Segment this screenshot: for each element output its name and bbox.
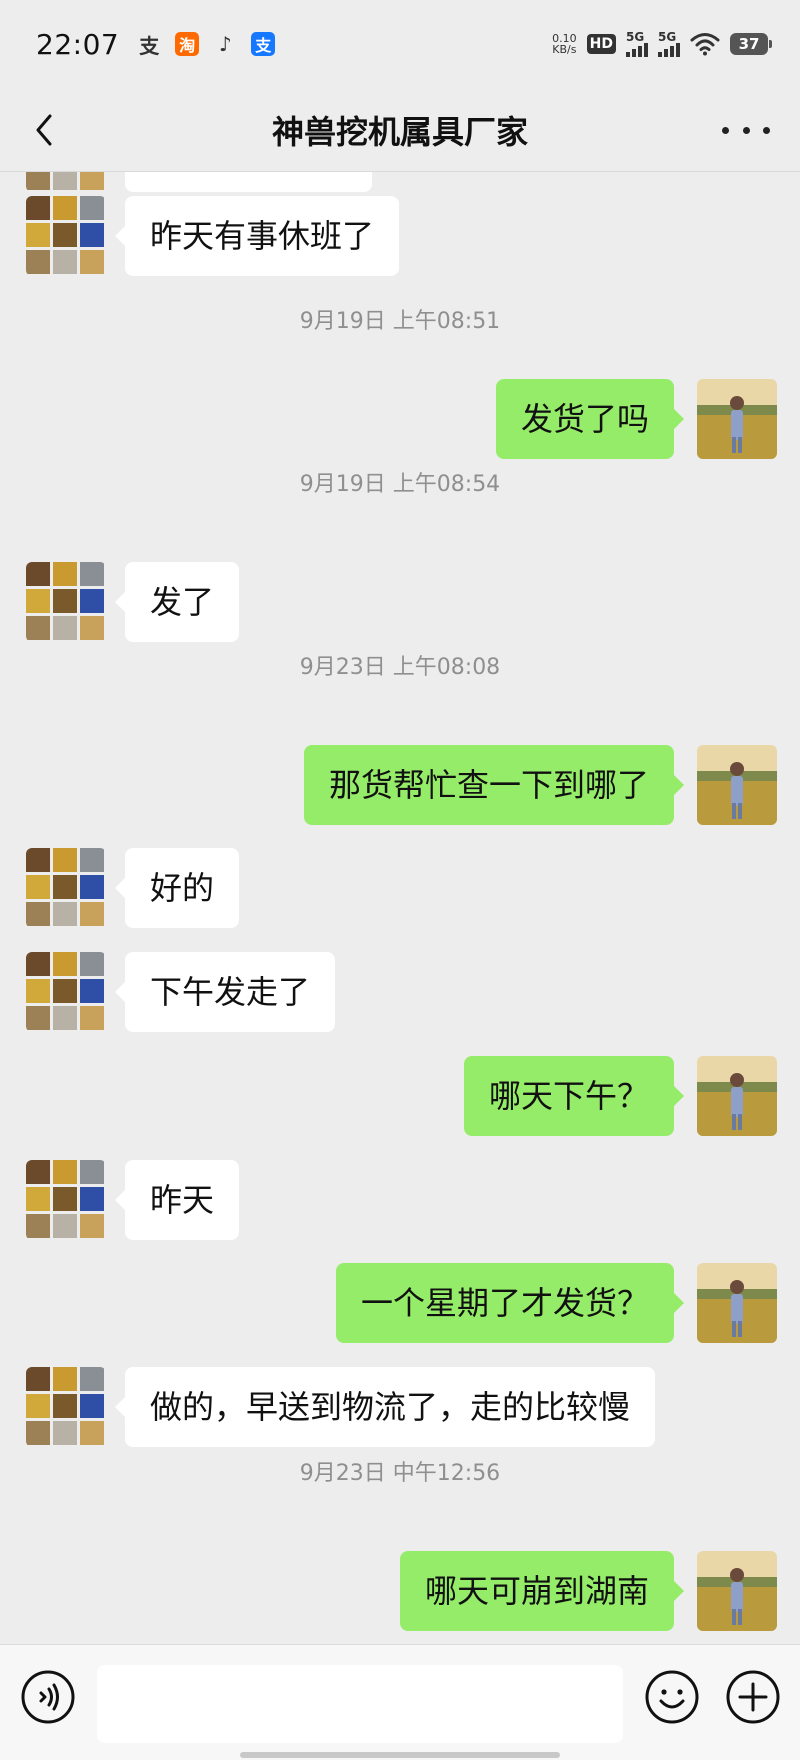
hd-icon: HD: [586, 34, 616, 54]
wifi-icon: [690, 33, 720, 56]
timestamp: 9月23日 中午12:56: [299, 1461, 501, 1486]
contact-avatar[interactable]: [26, 562, 106, 642]
contact-avatar[interactable]: [26, 196, 106, 276]
my-avatar[interactable]: [697, 1263, 777, 1343]
notification-icons: 支 淘 ♪ 支: [137, 32, 276, 58]
home-indicator[interactable]: [240, 1752, 560, 1758]
chat-title: 神兽挖机属具厂家: [271, 112, 528, 151]
system-indicators: 0.10 KB/s HD 5G 5G 37: [552, 31, 772, 57]
received-message[interactable]: 好的: [114, 848, 240, 928]
message-list[interactable]: 昨天有事休班了 9月19日 上午08:51 发货了吗 9月19日 上午08:54…: [0, 172, 800, 1644]
network-speed: 0.10 KB/s: [552, 33, 577, 55]
message-row: 好的: [0, 848, 800, 928]
signal-1-label: 5G: [626, 30, 645, 44]
sent-message[interactable]: 哪天下午？: [463, 1056, 685, 1136]
back-arrow-icon[interactable]: [26, 106, 66, 154]
contact-avatar[interactable]: [26, 952, 106, 1032]
contact-avatar[interactable]: [26, 172, 106, 192]
my-avatar[interactable]: [697, 379, 777, 459]
taobao-icon: 淘: [175, 32, 200, 56]
received-message[interactable]: 做的，早送到物流了，走的比较慢: [114, 1367, 656, 1447]
sent-message[interactable]: 哪天可崩到湖南: [399, 1551, 685, 1631]
message-row: 发货了吗: [0, 379, 800, 459]
received-message[interactable]: 下午发走了: [114, 952, 336, 1032]
my-avatar[interactable]: [697, 1551, 777, 1631]
alipay-icon: 支: [139, 33, 160, 58]
signal-2-icon: 5G: [658, 31, 680, 57]
my-avatar[interactable]: [697, 745, 777, 825]
message-row: 下午发走了: [0, 952, 800, 1032]
network-speed-unit: KB/s: [552, 43, 577, 56]
timestamp: 9月19日 上午08:54: [299, 472, 501, 497]
status-bar: 22:07 支 淘 ♪ 支 0.10 KB/s HD 5G 5G 37: [0, 0, 800, 88]
received-message[interactable]: 发了: [114, 562, 240, 642]
tiktok-icon: ♪: [218, 32, 232, 56]
plus-icon[interactable]: [725, 1669, 781, 1725]
battery-icon: 37: [730, 33, 772, 55]
message-input[interactable]: [97, 1665, 623, 1743]
message-row: 昨天有事休班了: [0, 196, 800, 276]
contact-avatar[interactable]: [26, 848, 106, 928]
message-row: 昨天: [0, 1160, 800, 1240]
alipay-blue-icon: 支: [251, 32, 276, 56]
emoji-icon[interactable]: [644, 1669, 700, 1725]
my-avatar[interactable]: [697, 1056, 777, 1136]
message-row-partial: [0, 172, 800, 192]
signal-1-icon: 5G: [626, 31, 648, 57]
received-message[interactable]: 昨天有事休班了: [114, 196, 400, 276]
message-row: 哪天下午？: [0, 1056, 800, 1136]
received-message[interactable]: 昨天: [114, 1160, 240, 1240]
message-bubble-partial[interactable]: [125, 172, 372, 192]
message-row: 那货帮忙查一下到哪了: [0, 745, 800, 825]
voice-input-icon[interactable]: [20, 1669, 76, 1725]
sent-message[interactable]: 发货了吗: [495, 379, 685, 459]
more-options-icon[interactable]: [722, 116, 770, 144]
message-row: 发了: [0, 562, 800, 642]
message-row: 一个星期了才发货？: [0, 1263, 800, 1343]
timestamp: 9月23日 上午08:08: [299, 655, 501, 680]
sent-message[interactable]: 一个星期了才发货？: [335, 1263, 685, 1343]
chat-header: 神兽挖机属具厂家: [0, 88, 800, 172]
sent-message[interactable]: 那货帮忙查一下到哪了: [303, 745, 685, 825]
status-time: 22:07: [36, 27, 120, 61]
contact-avatar[interactable]: [26, 1367, 106, 1447]
input-bar: [0, 1644, 800, 1760]
timestamp: 9月19日 上午08:51: [299, 309, 501, 334]
message-row: 哪天可崩到湖南: [0, 1551, 800, 1631]
message-row: 做的，早送到物流了，走的比较慢: [0, 1367, 800, 1447]
signal-2-label: 5G: [658, 30, 677, 44]
contact-avatar[interactable]: [26, 1160, 106, 1240]
